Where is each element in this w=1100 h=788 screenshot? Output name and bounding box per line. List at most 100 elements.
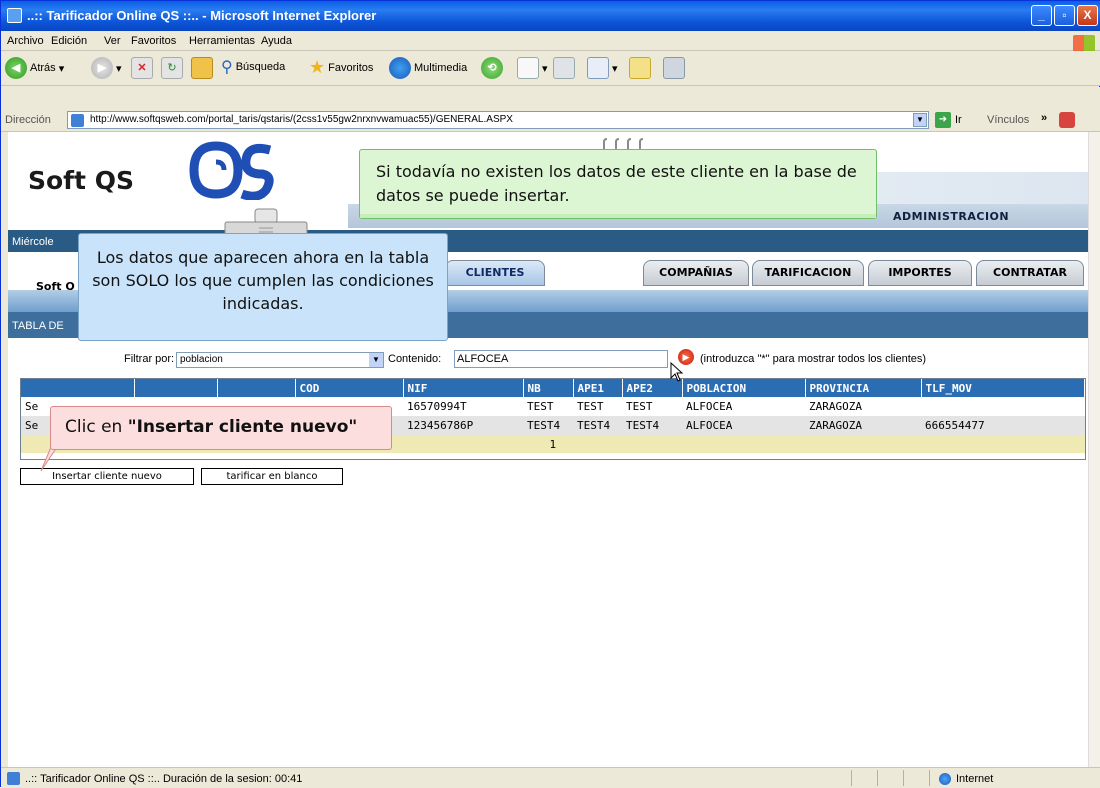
menu-ver[interactable]: Ver [104, 35, 121, 47]
favorites-button[interactable]: ★ Favoritos [309, 57, 373, 78]
dropdown-icon: ▾ [542, 62, 548, 75]
history-button[interactable]: ⟲ [481, 57, 503, 79]
chevron-right-icon[interactable]: » [1041, 112, 1047, 124]
browser-window: ..:: Tarificador Online QS ::.. - Micros… [0, 0, 1100, 788]
tip-callout-insert: Si todavía no existen los datos de este … [359, 149, 877, 219]
menu-edicion[interactable]: Edición [51, 35, 87, 47]
dropdown-icon: ▾ [116, 62, 122, 75]
discuss-button[interactable] [629, 57, 651, 79]
maximize-button[interactable]: ▫ [1054, 5, 1075, 26]
callout-pointer [40, 447, 57, 472]
button-row: Insertar cliente nuevo tarificar en blan… [20, 468, 620, 488]
go-button[interactable]: ➜ Ir [935, 112, 962, 128]
edit-button[interactable]: ▾ [587, 57, 618, 79]
mail-icon [517, 57, 539, 79]
tip-text-bold: "Insertar cliente nuevo" [127, 417, 358, 437]
home-button[interactable] [191, 57, 213, 79]
refresh-icon: ↻ [161, 57, 183, 79]
blank-quote-button[interactable]: tarificar en blanco [201, 468, 343, 485]
address-dropdown-icon[interactable]: ▼ [913, 113, 927, 127]
menu-favoritos[interactable]: Favoritos [131, 35, 176, 47]
dropdown-icon: ▾ [612, 62, 618, 75]
address-label: Dirección [5, 114, 51, 126]
filter-label: Filtrar por: [124, 353, 175, 365]
tab-clientes[interactable]: CLIENTES [445, 260, 545, 286]
tab-tarificacion[interactable]: TARIFICACION [752, 260, 864, 286]
filter-row: Filtrar por: poblacion ▼ Contenido: ALFO… [8, 346, 1088, 370]
menu-archivo[interactable]: Archivo [7, 35, 44, 47]
messenger-icon [663, 57, 685, 79]
status-bar: ..:: Tarificador Online QS ::.. Duración… [1, 767, 1100, 788]
filter-value: poblacion [180, 354, 223, 365]
menu-ayuda[interactable]: Ayuda [261, 35, 292, 47]
close-button[interactable]: X [1077, 5, 1098, 26]
tip-callout-click: Clic en "Insertar cliente nuevo" [50, 406, 392, 450]
title-bar: ..:: Tarificador Online QS ::.. - Micros… [1, 1, 1100, 31]
table-cell: 666554477 [921, 416, 1085, 435]
star-icon: ★ [309, 57, 326, 77]
security-zone: Internet [939, 773, 993, 785]
extension-icon[interactable] [1059, 112, 1075, 128]
table-cell: TEST4 [622, 416, 682, 435]
messenger-button[interactable] [663, 57, 685, 79]
status-divider [929, 770, 930, 786]
page-icon [7, 772, 20, 785]
column-header-tlf-mov[interactable]: TLF_MOV [921, 379, 1085, 397]
print-icon [553, 57, 575, 79]
dropdown-icon: ▾ [58, 62, 65, 75]
logo-mark-icon [186, 140, 276, 200]
vertical-scrollbar[interactable] [1088, 132, 1100, 767]
tab-importes[interactable]: IMPORTES [868, 260, 972, 286]
minimize-button[interactable]: _ [1031, 5, 1052, 26]
column-header-provincia[interactable]: PROVINCIA [805, 379, 922, 397]
multimedia-label: Multimedia [414, 62, 468, 74]
tab-companias[interactable]: COMPAÑIAS [643, 260, 749, 286]
column-header [217, 379, 296, 397]
column-header [21, 379, 135, 397]
content-input[interactable]: ALFOCEA [454, 350, 668, 368]
menu-bar: Archivo Edición Ver Favoritos Herramient… [1, 31, 1100, 52]
filter-hint: (introduzca "*" para mostrar todos los c… [700, 353, 927, 365]
status-text: ..:: Tarificador Online QS ::.. Duración… [25, 773, 303, 785]
column-header-nif[interactable]: NIF [403, 379, 524, 397]
column-header-ape1[interactable]: APE1 [573, 379, 623, 397]
links-label[interactable]: Vínculos [987, 114, 1029, 126]
callout-edge [360, 214, 876, 218]
column-header-nb[interactable]: NB [523, 379, 574, 397]
stop-button[interactable]: ✕ [131, 57, 153, 79]
toolbar: ◀ Atrás ▾ ▶ ▾ ✕ ↻ ⚲ Búsqueda ★ Favoritos… [1, 51, 1100, 86]
menu-herramientas[interactable]: Herramientas [189, 35, 255, 47]
admin-link[interactable]: ADMINISTRACION [893, 210, 1009, 223]
table-cell: TEST4 [573, 416, 622, 435]
table-cell: ZARAGOZA [805, 416, 921, 435]
table-cell: 123456786P [403, 416, 523, 435]
print-button[interactable] [553, 57, 575, 79]
filter-select[interactable]: poblacion ▼ [176, 352, 384, 368]
search-button[interactable]: ⚲ Búsqueda [221, 57, 285, 77]
forward-button[interactable]: ▶ ▾ [91, 57, 122, 79]
column-header-cod[interactable]: COD [295, 379, 404, 397]
tab-contratar[interactable]: CONTRATAR [976, 260, 1084, 286]
logo-text: Soft QS [28, 166, 134, 195]
content-label: Contenido: [388, 353, 442, 365]
refresh-button[interactable]: ↻ [161, 57, 183, 79]
go-label: Ir [955, 114, 962, 126]
column-header-poblacion[interactable]: POBLACION [682, 379, 806, 397]
window-title: ..:: Tarificador Online QS ::.. - Micros… [27, 8, 377, 23]
go-arrow-icon: ➜ [935, 112, 951, 128]
multimedia-button[interactable]: Multimedia [389, 57, 467, 79]
status-divider [903, 770, 904, 786]
status-divider [851, 770, 852, 786]
address-input[interactable]: http://www.softqsweb.com/portal_taris/qs… [67, 111, 929, 129]
address-bar: Dirección http://www.softqsweb.com/porta… [1, 109, 1100, 132]
tip-text: Si todavía no existen los datos de este … [376, 162, 857, 205]
history-icon: ⟲ [481, 57, 503, 79]
back-button[interactable]: ◀ Atrás ▾ [5, 57, 64, 79]
toolbar-spacer [1, 87, 1100, 109]
table-cell [921, 397, 1085, 416]
mouse-cursor-icon [670, 362, 684, 382]
search-icon: ⚲ [221, 59, 233, 76]
stop-icon: ✕ [131, 57, 153, 79]
mail-button[interactable]: ▾ [517, 57, 548, 79]
column-header [134, 379, 218, 397]
